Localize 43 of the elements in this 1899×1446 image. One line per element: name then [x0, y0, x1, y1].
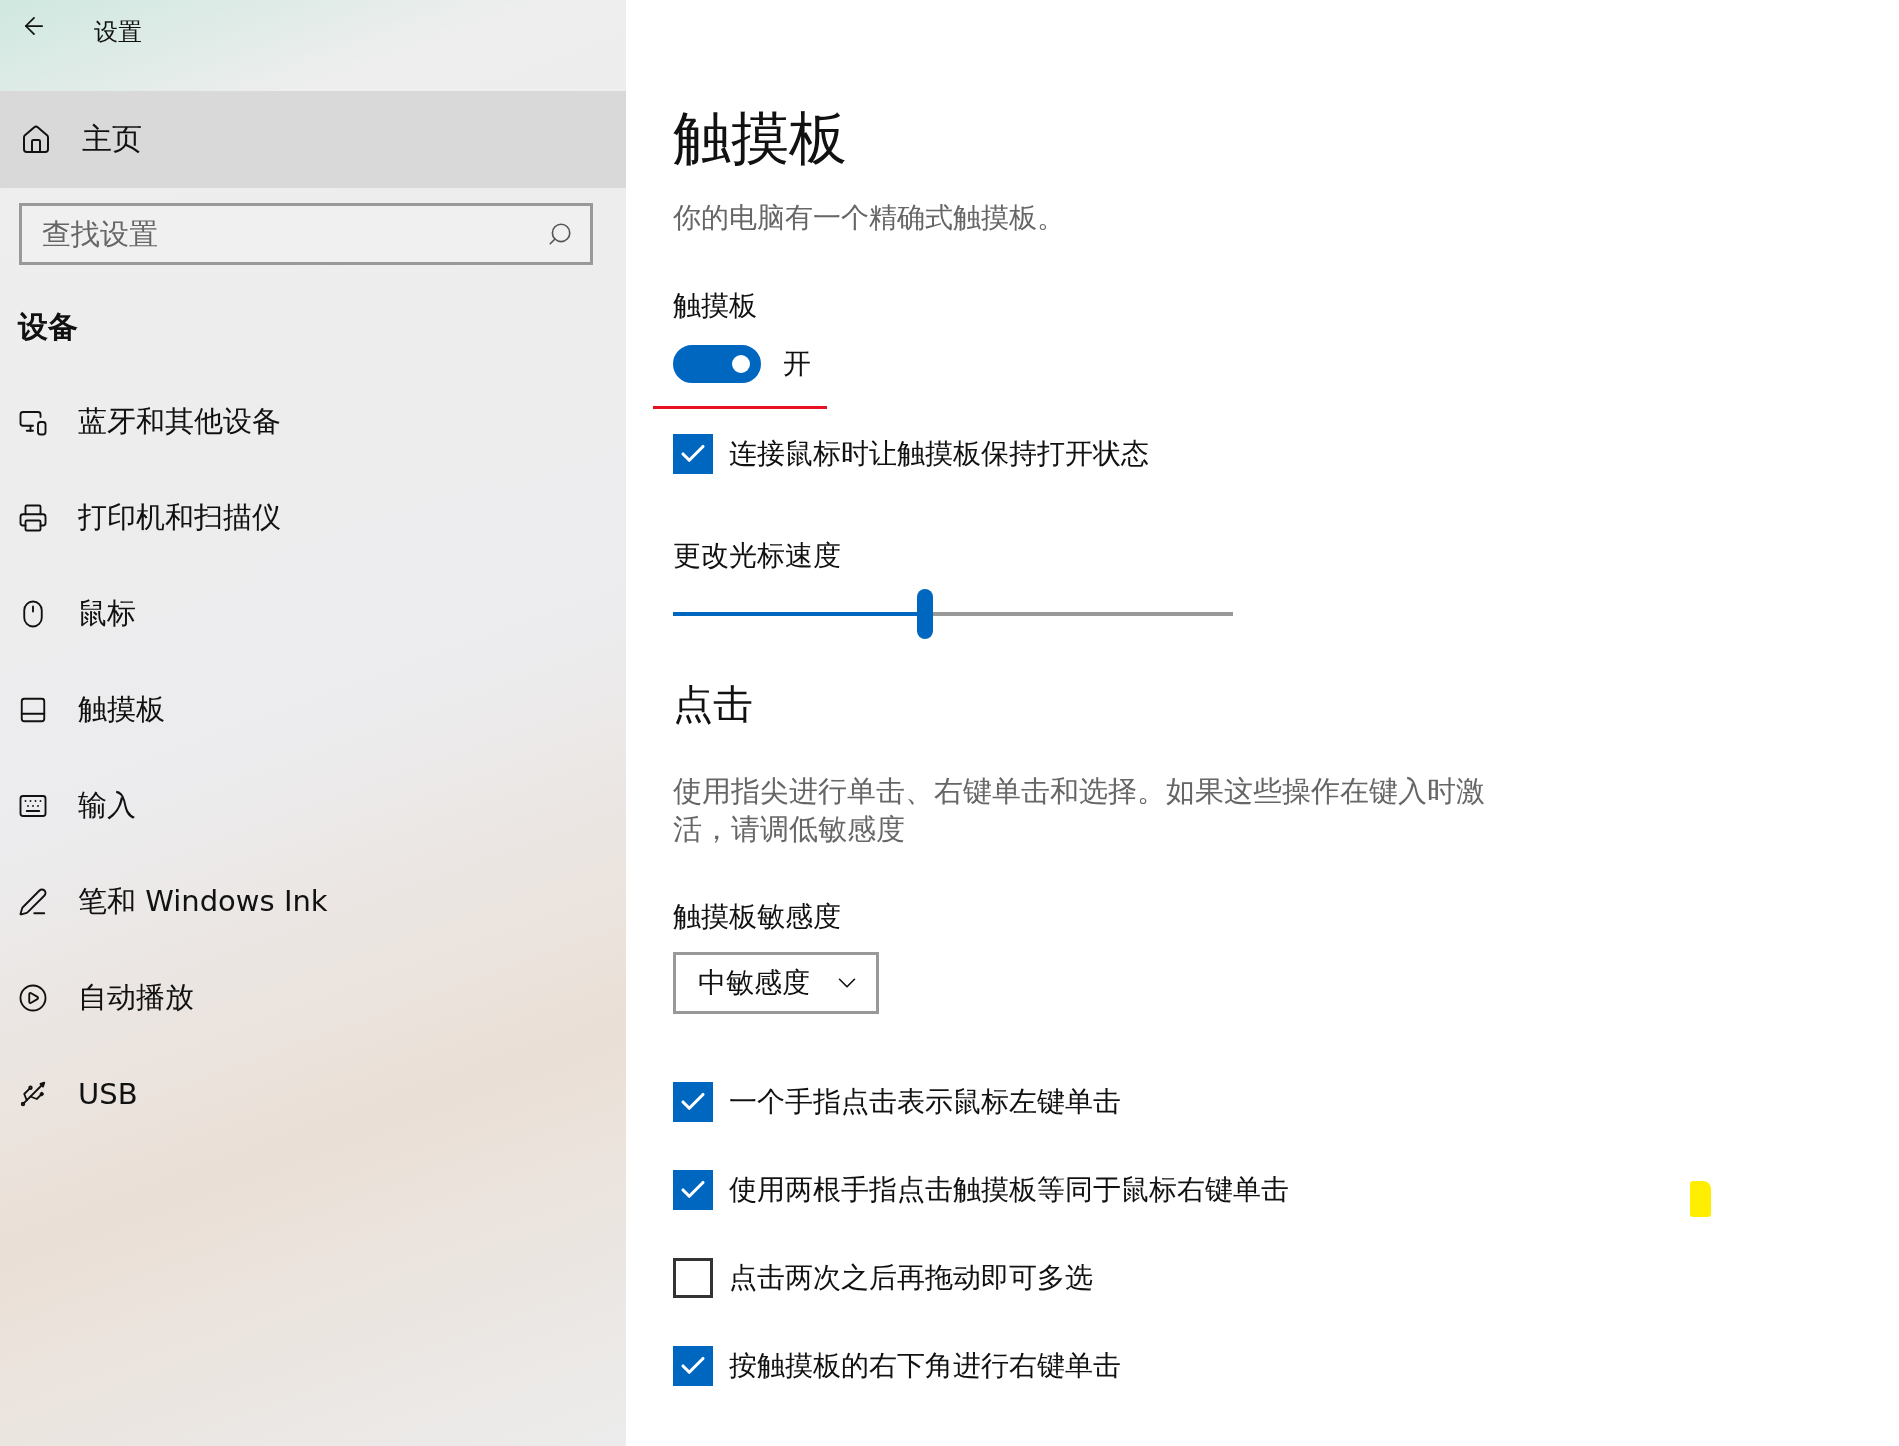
sidebar-item[interactable]: 笔和 Windows Ink: [0, 854, 626, 950]
checkbox[interactable]: [673, 1082, 713, 1122]
sidebar-item[interactable]: 蓝牙和其他设备: [0, 374, 626, 470]
sidebar-item[interactable]: 输入: [0, 758, 626, 854]
search-field[interactable]: 查找设置: [19, 203, 593, 265]
checkbox-label: 连接鼠标时让触摸板保持打开状态: [729, 436, 1149, 472]
checkbox[interactable]: [673, 434, 713, 474]
checkbox-label: 使用两根手指点击触摸板等同于鼠标右键单击: [729, 1172, 1289, 1208]
touchpad-icon: [18, 695, 48, 725]
home-icon: [20, 123, 52, 156]
page-title: 触摸板: [673, 103, 848, 174]
home-item[interactable]: 主页: [0, 91, 626, 188]
checkbox-label: 一个手指点击表示鼠标左键单击: [729, 1084, 1121, 1120]
printer-icon: [18, 503, 48, 533]
checkbox-label: 按触摸板的右下角进行右键单击: [729, 1348, 1121, 1384]
page-description: 你的电脑有一个精确式触摸板。: [673, 200, 1066, 236]
sidebar-item[interactable]: 触摸板: [0, 662, 626, 758]
slider-thumb[interactable]: [917, 589, 933, 639]
toggle-label: 触摸板: [673, 288, 758, 324]
play-circle-icon: [18, 983, 48, 1013]
checkbox[interactable]: [673, 1346, 713, 1386]
search-icon: [547, 221, 573, 247]
slider-label: 更改光标速度: [673, 538, 842, 574]
speed-slider[interactable]: [673, 589, 1233, 639]
section-description: 使用指尖进行单击、右键单击和选择。如果这些操作在键入时激活，请调低敏感度: [673, 773, 1486, 848]
checkbox-label: 点击两次之后再拖动即可多选: [729, 1260, 1093, 1296]
dropdown-label: 触摸板敏感度: [673, 899, 842, 935]
sidebar-item[interactable]: 鼠标: [0, 566, 626, 662]
sidebar-item[interactable]: 打印机和扫描仪: [0, 470, 626, 566]
window-title: 设置: [94, 17, 142, 48]
section-heading: 设备: [18, 308, 79, 346]
home-label: 主页: [82, 120, 142, 158]
highlight-mark: [1690, 1181, 1711, 1217]
toggle-switch[interactable]: [673, 345, 761, 383]
sidebar-item[interactable]: 自动播放: [0, 950, 626, 1046]
sensitivity-dropdown[interactable]: 中敏感度: [673, 952, 879, 1014]
usb-icon: [18, 1079, 48, 1109]
checkbox[interactable]: [673, 1170, 713, 1210]
pen-icon: [18, 887, 48, 917]
sidebar-item[interactable]: USB: [0, 1046, 626, 1142]
checkbox[interactable]: [673, 1258, 713, 1298]
toggle-state: 开: [783, 346, 811, 382]
section-heading: 点击: [673, 680, 754, 729]
